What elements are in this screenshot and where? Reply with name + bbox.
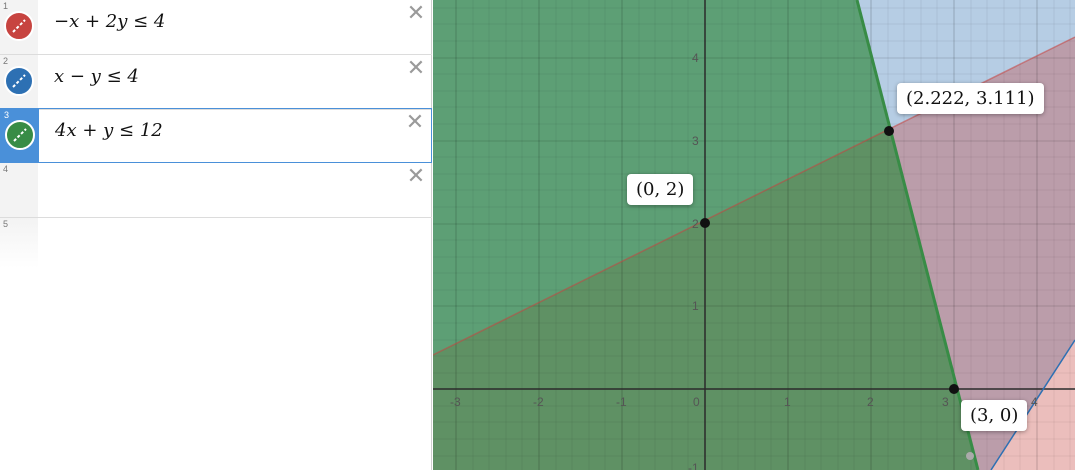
close-icon[interactable]: ✕ xyxy=(405,111,425,133)
color-toggle-icon[interactable] xyxy=(5,120,35,150)
point-label: (2.222, 3.111) xyxy=(897,83,1044,114)
x-tick-label: -1 xyxy=(616,395,627,409)
intersection-point[interactable] xyxy=(949,384,959,394)
y-tick-label: 1 xyxy=(692,299,699,313)
y-tick-label: 2 xyxy=(692,217,699,231)
expression-row-1[interactable]: 1 −x + 2y ≤ 4 ✕ xyxy=(0,0,432,55)
expression-list: 1 −x + 2y ≤ 4 ✕ 2 x − y ≤ 4 ✕ 3 4x + y ≤… xyxy=(0,0,432,470)
y-tick-label: 3 xyxy=(692,134,699,148)
y-tick-label: 4 xyxy=(692,51,699,65)
expression-gutter: 4 xyxy=(0,163,38,217)
close-icon[interactable]: ✕ xyxy=(406,2,426,24)
point-label: (0, 2) xyxy=(627,174,694,205)
expression-index: 2 xyxy=(3,56,9,66)
expression-row-2[interactable]: 2 x − y ≤ 4 ✕ xyxy=(0,55,432,110)
expression-row-5[interactable]: 5 xyxy=(0,218,432,268)
x-tick-label: 0 xyxy=(693,395,700,409)
expression-formula[interactable]: −x + 2y ≤ 4 xyxy=(54,11,165,32)
x-tick-label: 3 xyxy=(942,395,949,409)
expression-formula[interactable]: 4x + y ≤ 12 xyxy=(55,120,163,141)
gray-point xyxy=(966,452,974,460)
expression-gutter: 5 xyxy=(0,218,38,268)
intersection-point[interactable] xyxy=(700,218,710,228)
point-label: (3, 0) xyxy=(961,400,1028,431)
close-icon[interactable]: ✕ xyxy=(406,165,426,187)
expression-index: 5 xyxy=(3,219,9,229)
expression-gutter: 3 xyxy=(1,109,39,162)
color-toggle-icon[interactable] xyxy=(4,66,34,96)
expression-index: 1 xyxy=(3,1,9,11)
intersection-point[interactable] xyxy=(884,126,894,136)
x-tick-label: -2 xyxy=(533,395,544,409)
x-tick-label: 2 xyxy=(867,395,874,409)
expression-gutter: 2 xyxy=(0,55,38,109)
x-tick-label: 1 xyxy=(784,395,791,409)
expression-index: 4 xyxy=(3,164,9,174)
close-icon[interactable]: ✕ xyxy=(406,57,426,79)
expression-row-4[interactable]: 4 ✕ xyxy=(0,163,432,218)
expression-row-3[interactable]: 3 4x + y ≤ 12 ✕ xyxy=(0,108,432,163)
y-tick-label: -1 xyxy=(688,461,699,470)
expression-gutter: 1 xyxy=(0,0,38,54)
expression-formula[interactable]: x − y ≤ 4 xyxy=(54,66,139,87)
expression-index: 3 xyxy=(4,110,10,120)
x-tick-label: -3 xyxy=(450,395,461,409)
x-tick-label: 4 xyxy=(1031,395,1038,409)
color-toggle-icon[interactable] xyxy=(4,11,34,41)
